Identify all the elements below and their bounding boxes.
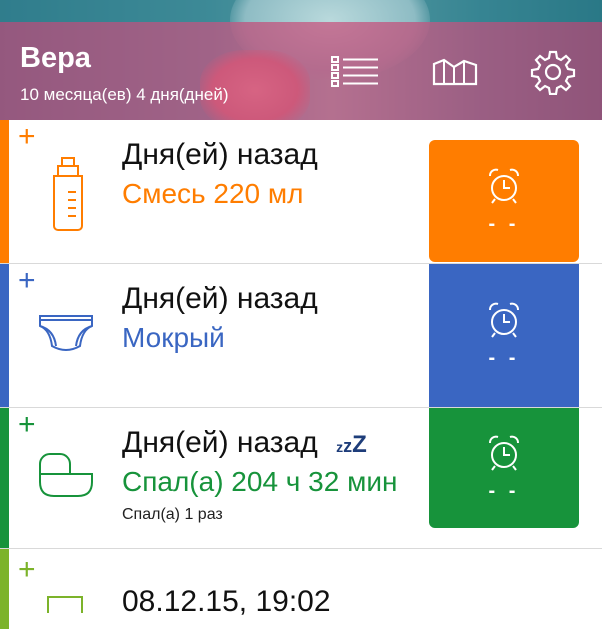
feeding-time-ago: Дня(ей) назад (122, 138, 318, 171)
diaper-icon (39, 315, 93, 351)
sleep-color-bar (0, 408, 9, 548)
settings-button[interactable] (528, 50, 578, 95)
sleeping-zz-icon: zzZ (336, 431, 367, 458)
feeding-timer-button[interactable]: - - (429, 140, 579, 262)
diaper-timer-button[interactable]: - - (429, 264, 579, 407)
sleep-timer-value: - - (488, 479, 520, 502)
child-name[interactable]: Вера (20, 42, 91, 75)
chart-button[interactable] (430, 52, 480, 92)
feeding-row[interactable]: + Дня(ей) назад Смесь 220 мл - - (0, 120, 602, 264)
sleep-timer-button[interactable]: - - (429, 408, 579, 528)
alarm-clock-icon (489, 302, 519, 338)
sleep-count: Спал(а) 1 раз (122, 506, 223, 523)
list-icon (331, 56, 378, 87)
event-row[interactable]: + 08.12.15, 19:02 (0, 549, 602, 629)
alarm-clock-icon (489, 168, 519, 204)
sleep-time-ago: Дня(ей) назад zzZ (122, 426, 367, 460)
sleep-time-ago-text: Дня(ей) назад (122, 426, 318, 459)
add-diaper-button[interactable]: + (18, 266, 36, 296)
sleep-row[interactable]: + Дня(ей) назад zzZ Спал(а) 204 ч 32 мин… (0, 408, 602, 549)
feeding-value: Смесь 220 мл (122, 178, 304, 209)
crib-icon (39, 453, 93, 497)
add-event-button[interactable]: + (18, 555, 36, 585)
alarm-clock-icon (489, 435, 519, 471)
feeding-timer-value: - - (488, 212, 520, 235)
diaper-time-ago: Дня(ей) назад (122, 282, 318, 315)
chart-icon (432, 58, 478, 86)
event-datetime: 08.12.15, 19:02 (122, 585, 331, 618)
gear-icon (530, 50, 576, 95)
bottle-icon (53, 157, 83, 231)
list-button[interactable] (330, 52, 380, 92)
feeding-color-bar (0, 120, 9, 263)
child-age: 10 месяца(ев) 4 дня(дней) (20, 85, 229, 104)
diaper-value: Мокрый (122, 322, 225, 353)
diaper-row[interactable]: + Дня(ей) назад Мокрый - - (0, 264, 602, 408)
calendar-icon (47, 596, 83, 613)
profile-header: Вера 10 месяца(ев) 4 дня(дней) (0, 22, 602, 120)
add-sleep-button[interactable]: + (18, 410, 36, 440)
diaper-color-bar (0, 264, 9, 407)
event-color-bar (0, 549, 9, 629)
add-feeding-button[interactable]: + (18, 122, 36, 152)
sleep-value: Спал(а) 204 ч 32 мин (122, 466, 398, 497)
diaper-timer-value: - - (488, 347, 520, 369)
